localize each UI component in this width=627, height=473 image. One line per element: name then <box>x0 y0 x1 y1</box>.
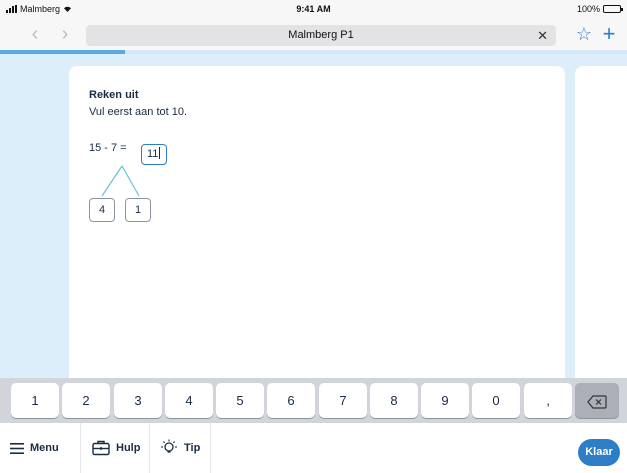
help-label: Hulp <box>116 442 141 454</box>
battery-icon <box>603 5 623 13</box>
key-1[interactable]: 1 <box>11 383 59 418</box>
backspace-icon <box>587 394 607 409</box>
key-8[interactable]: 8 <box>370 383 418 418</box>
key-4[interactable]: 4 <box>165 383 213 418</box>
key-9[interactable]: 9 <box>421 383 469 418</box>
chevron-right-icon[interactable]: › <box>54 23 76 45</box>
answer-value: 11 <box>147 148 159 160</box>
split-right-value: 1 <box>134 204 142 216</box>
done-button[interactable]: Klaar <box>578 439 620 466</box>
key-7[interactable]: 7 <box>319 383 367 418</box>
menu-label: Menu <box>30 442 59 454</box>
close-icon[interactable]: ✕ <box>537 25 548 46</box>
answer-input[interactable]: 11 <box>141 144 167 165</box>
divider <box>149 423 150 473</box>
content-area: Reken uit Vul eerst aan tot 10. 15 - 7 =… <box>0 54 627 378</box>
tip-label: Tip <box>184 442 201 454</box>
exercise-instruction: Vul eerst aan tot 10. <box>89 106 188 118</box>
equation-text: 15 - 7 = <box>89 142 127 154</box>
split-left-box[interactable]: 4 <box>89 198 115 222</box>
status-right: 100% <box>576 4 623 14</box>
next-card-preview <box>575 66 627 378</box>
number-keyboard: 1 2 3 4 5 6 7 8 9 0 , <box>0 378 627 423</box>
divider <box>210 423 211 473</box>
key-5[interactable]: 5 <box>216 383 264 418</box>
menu-button[interactable]: Menu <box>10 437 59 459</box>
split-lines <box>101 165 140 197</box>
tip-button[interactable]: Tip <box>160 437 200 459</box>
key-comma[interactable]: , <box>524 383 572 418</box>
key-3[interactable]: 3 <box>114 383 162 418</box>
exercise-card: Reken uit Vul eerst aan tot 10. 15 - 7 =… <box>69 66 565 378</box>
chevron-left-icon[interactable]: ‹ <box>24 23 46 45</box>
divider <box>80 423 81 473</box>
toolbox-icon <box>92 440 110 456</box>
browser-toolbar: ‹ › Malmberg P1 ✕ ☆ + <box>0 20 627 50</box>
status-time: 9:41 AM <box>296 4 331 14</box>
battery-percent: 100% <box>576 4 600 14</box>
address-text: Malmberg P1 <box>288 29 354 41</box>
split-right-box[interactable]: 1 <box>125 198 151 222</box>
bottom-bar: Menu Hulp Tip Klaar <box>0 423 627 473</box>
help-button[interactable]: Hulp <box>92 437 140 459</box>
key-2[interactable]: 2 <box>62 383 110 418</box>
text-caret <box>159 147 161 159</box>
backspace-key[interactable] <box>575 383 619 418</box>
status-bar: Malmberg 9:41 AM 100% <box>0 0 627 20</box>
key-6[interactable]: 6 <box>267 383 315 418</box>
exercise-title: Reken uit <box>89 89 139 101</box>
plus-icon[interactable]: + <box>598 23 620 45</box>
lightbulb-icon <box>161 439 177 453</box>
split-left-value: 4 <box>98 204 106 216</box>
key-0[interactable]: 0 <box>472 383 520 418</box>
hamburger-icon <box>10 442 24 454</box>
star-icon[interactable]: ☆ <box>573 23 595 45</box>
address-bar[interactable]: Malmberg P1 ✕ <box>86 25 556 46</box>
